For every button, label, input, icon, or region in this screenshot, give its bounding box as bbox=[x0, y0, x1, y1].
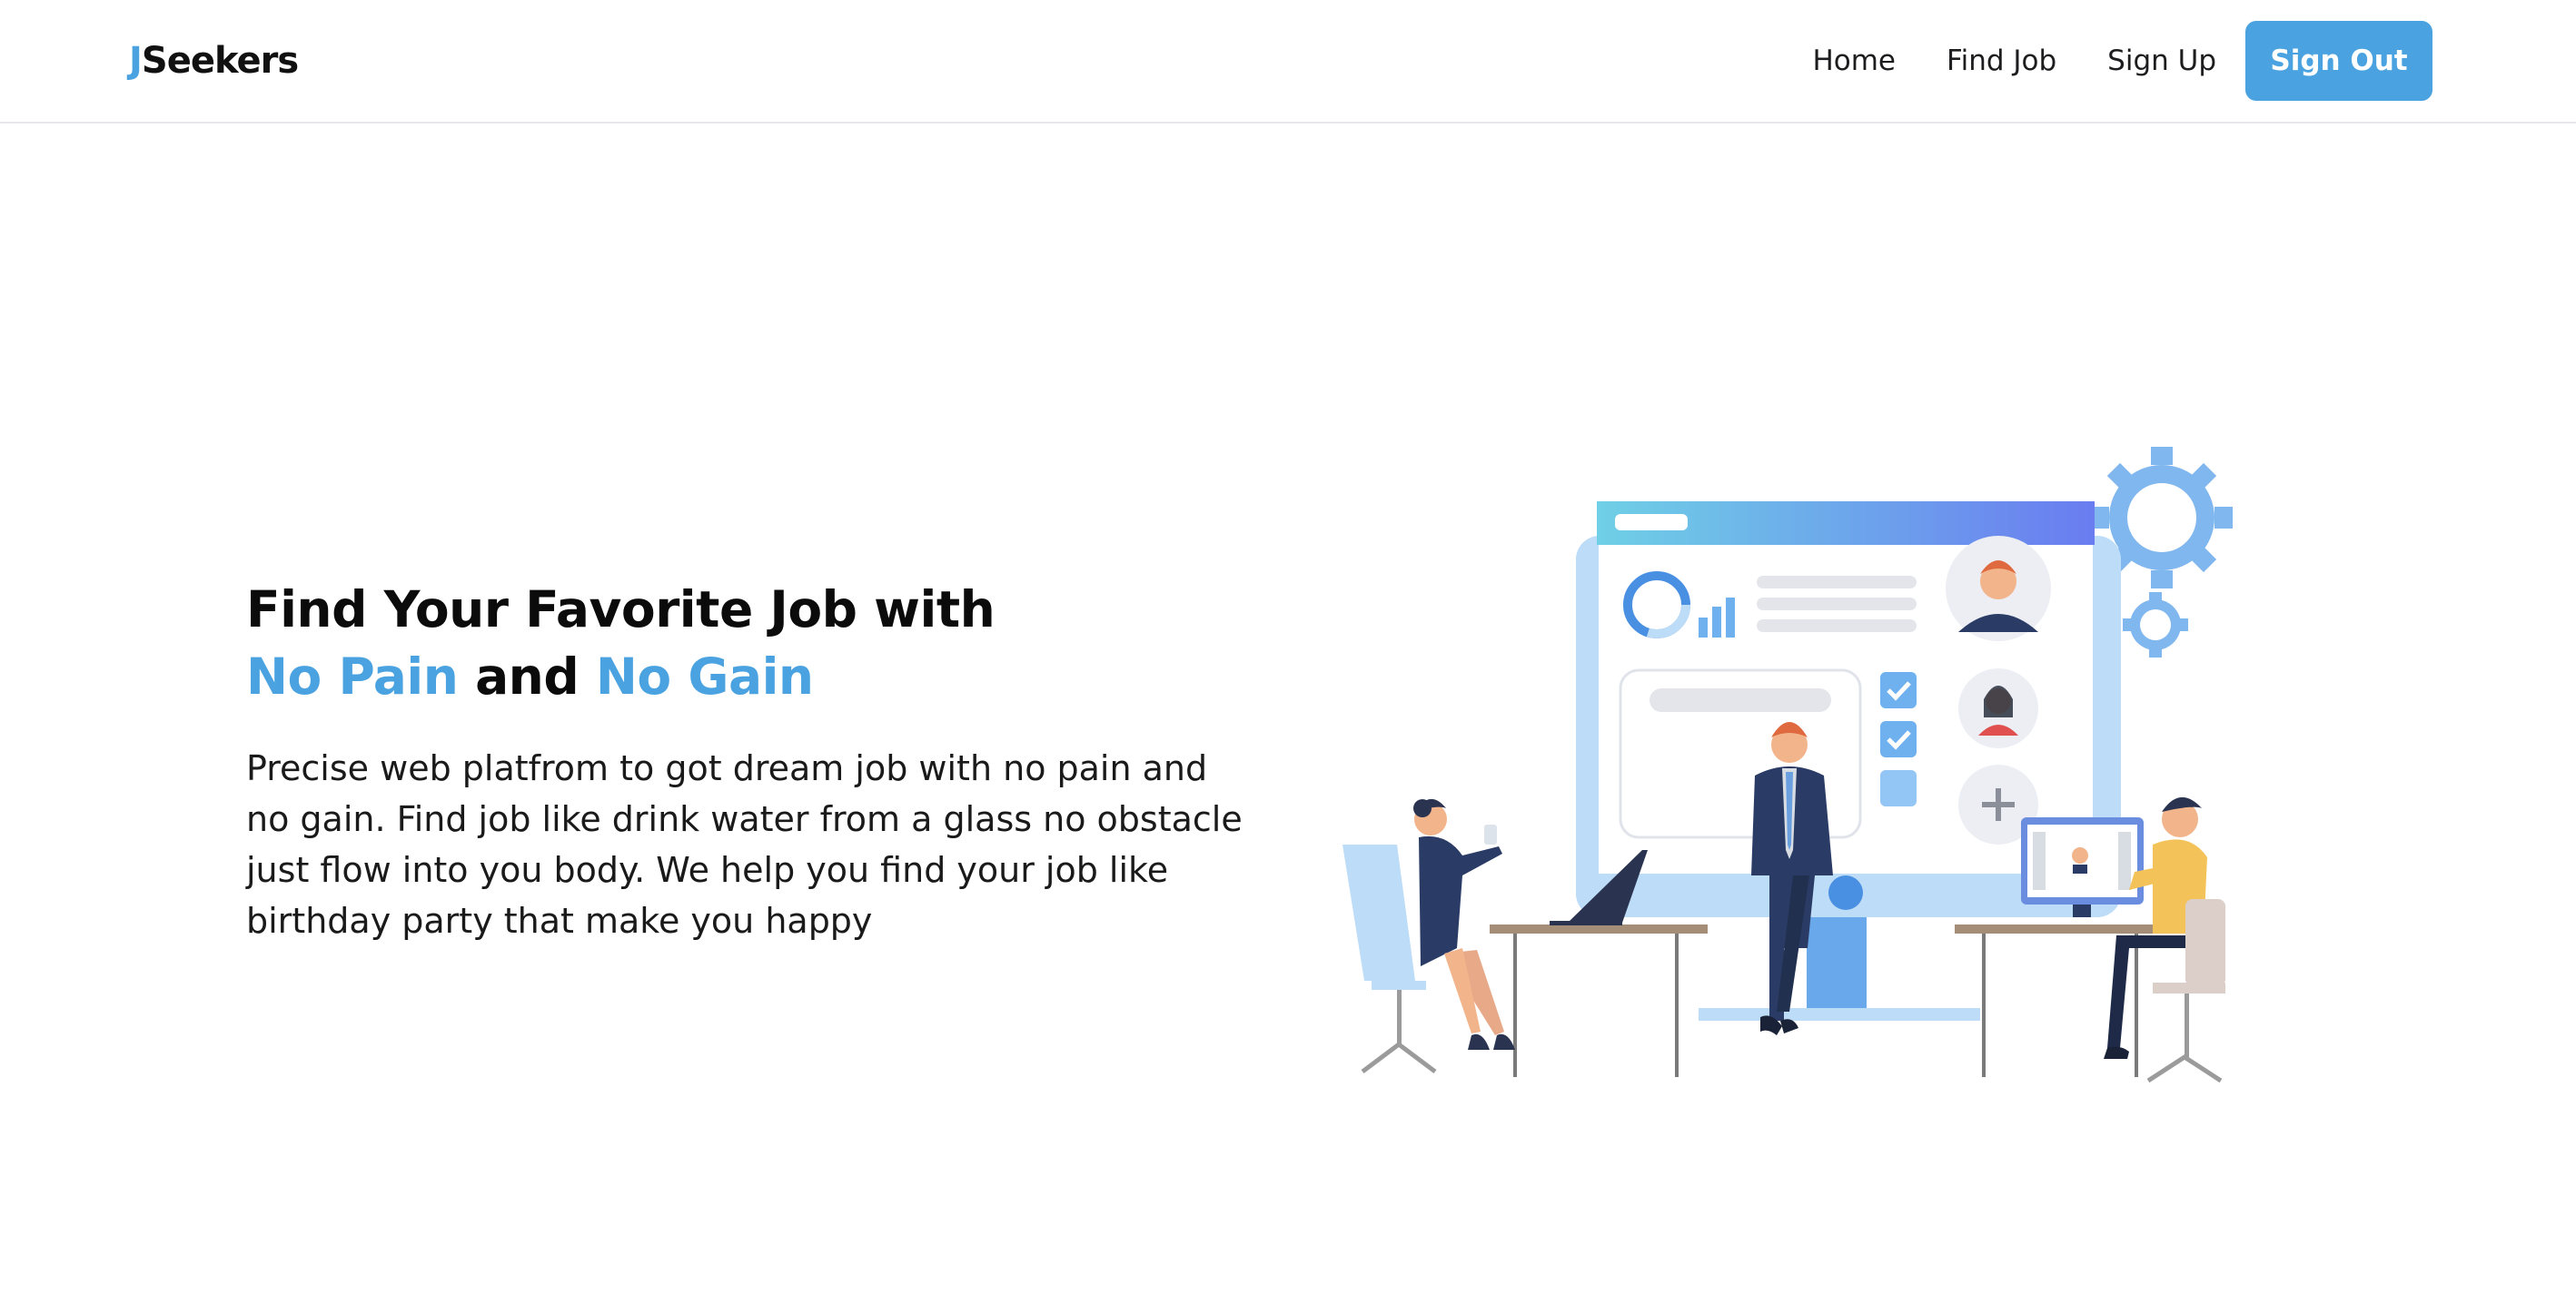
logo[interactable]: JSeekers bbox=[129, 40, 299, 82]
hero-title: Find Your Favorite Job with No Pain and … bbox=[246, 576, 1254, 710]
man-at-computer bbox=[2021, 796, 2225, 1083]
hero-section: Find Your Favorite Job with No Pain and … bbox=[246, 576, 1254, 946]
hero-title-line1: Find Your Favorite Job with bbox=[246, 580, 996, 638]
hero-title-accent-no-gain: No Gain bbox=[595, 648, 814, 706]
nav-link-home[interactable]: Home bbox=[1812, 44, 1896, 77]
hero-title-and: and bbox=[458, 648, 596, 706]
dashboard-monitor bbox=[1576, 501, 2121, 1021]
hero-title-accent-no-pain: No Pain bbox=[246, 648, 459, 706]
nav-link-sign-up[interactable]: Sign Up bbox=[2107, 44, 2216, 77]
hero-description: Precise web platfrom to got dream job wi… bbox=[246, 748, 1243, 941]
sign-out-button[interactable]: Sign Out bbox=[2245, 21, 2432, 101]
nav-link-find-job[interactable]: Find Job bbox=[1947, 44, 2056, 77]
logo-text: Seekers bbox=[141, 40, 299, 82]
small-gear-icon bbox=[2123, 592, 2188, 658]
nav-links: Home Find Job Sign Up Sign Out bbox=[1812, 21, 2432, 101]
woman-sitting bbox=[1342, 798, 1515, 1073]
logo-accent-letter: J bbox=[129, 40, 143, 82]
navbar: JSeekers Home Find Job Sign Up Sign Out bbox=[0, 0, 2576, 124]
office-team-illustration bbox=[1342, 447, 2233, 1083]
